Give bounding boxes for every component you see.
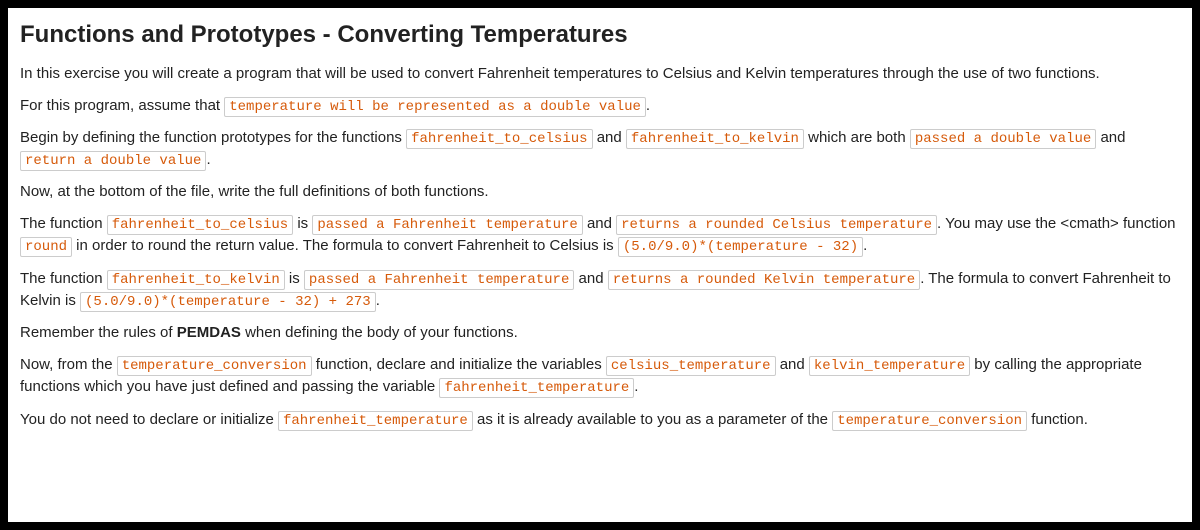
- paragraph-noinit: You do not need to declare or initialize…: [20, 409, 1180, 431]
- paragraph-kelvin: The function fahrenheit_to_kelvin is pas…: [20, 268, 1180, 313]
- code-inline: (5.0/9.0)*(temperature - 32) + 273: [80, 292, 376, 312]
- code-inline: fahrenheit_temperature: [439, 378, 634, 398]
- paragraph-prototypes: Begin by defining the function prototype…: [20, 127, 1180, 172]
- text: Remember the rules of: [20, 324, 177, 341]
- code-inline: temperature_conversion: [117, 356, 312, 376]
- code-inline: (5.0/9.0)*(temperature - 32): [618, 237, 863, 257]
- text: and: [593, 129, 626, 146]
- code-inline: fahrenheit_to_celsius: [107, 215, 293, 235]
- code-inline: fahrenheit_to_kelvin: [626, 129, 804, 149]
- text: in order to round the return value. The …: [72, 237, 618, 254]
- code-inline: celsius_temperature: [606, 356, 776, 376]
- text: function, declare and initialize the var…: [312, 356, 606, 373]
- text: The function: [20, 270, 107, 287]
- code-inline: passed a Fahrenheit temperature: [312, 215, 582, 235]
- code-inline: returns a rounded Kelvin temperature: [608, 270, 920, 290]
- text: You do not need to declare or initialize: [20, 411, 278, 428]
- text: is: [293, 215, 312, 232]
- code-inline: fahrenheit_temperature: [278, 411, 473, 431]
- paragraph-celsius: The function fahrenheit_to_celsius is pa…: [20, 213, 1180, 258]
- page-title: Functions and Prototypes - Converting Te…: [20, 18, 1180, 53]
- text: as it is already available to you as a p…: [473, 411, 832, 428]
- text: .: [646, 97, 650, 114]
- code-inline: passed a Fahrenheit temperature: [304, 270, 574, 290]
- text: Begin by defining the function prototype…: [20, 129, 406, 146]
- text: .: [376, 292, 380, 309]
- text: is: [285, 270, 304, 287]
- paragraph-conversion: Now, from the temperature_conversion fun…: [20, 354, 1180, 399]
- code-inline: kelvin_temperature: [809, 356, 970, 376]
- paragraph-assume: For this program, assume that temperatur…: [20, 95, 1180, 117]
- text: .: [206, 151, 210, 168]
- document-page: Functions and Prototypes - Converting Te…: [8, 8, 1192, 522]
- code-inline: passed a double value: [910, 129, 1096, 149]
- code-inline: return a double value: [20, 151, 206, 171]
- text: function.: [1027, 411, 1088, 428]
- paragraph-pemdas: Remember the rules of PEMDAS when defini…: [20, 322, 1180, 344]
- text: and: [1096, 129, 1125, 146]
- text-bold: PEMDAS: [177, 324, 241, 341]
- code-inline: returns a rounded Celsius temperature: [616, 215, 937, 235]
- text: when defining the body of your functions…: [241, 324, 518, 341]
- text: and: [776, 356, 809, 373]
- text: which are both: [804, 129, 910, 146]
- text: Now, from the: [20, 356, 117, 373]
- text: In this exercise you will create a progr…: [20, 65, 1100, 82]
- text: . You may use the <cmath> function: [937, 215, 1176, 232]
- text: and: [583, 215, 616, 232]
- code-inline: round: [20, 237, 72, 257]
- text: .: [863, 237, 867, 254]
- paragraph-definitions: Now, at the bottom of the file, write th…: [20, 181, 1180, 203]
- code-inline: temperature will be represented as a dou…: [224, 97, 646, 117]
- code-inline: temperature_conversion: [832, 411, 1027, 431]
- paragraph-intro: In this exercise you will create a progr…: [20, 63, 1180, 85]
- code-inline: fahrenheit_to_kelvin: [107, 270, 285, 290]
- text: For this program, assume that: [20, 97, 224, 114]
- text: The function: [20, 215, 107, 232]
- text: .: [634, 378, 638, 395]
- code-inline: fahrenheit_to_celsius: [406, 129, 592, 149]
- text: and: [574, 270, 607, 287]
- text: Now, at the bottom of the file, write th…: [20, 183, 489, 200]
